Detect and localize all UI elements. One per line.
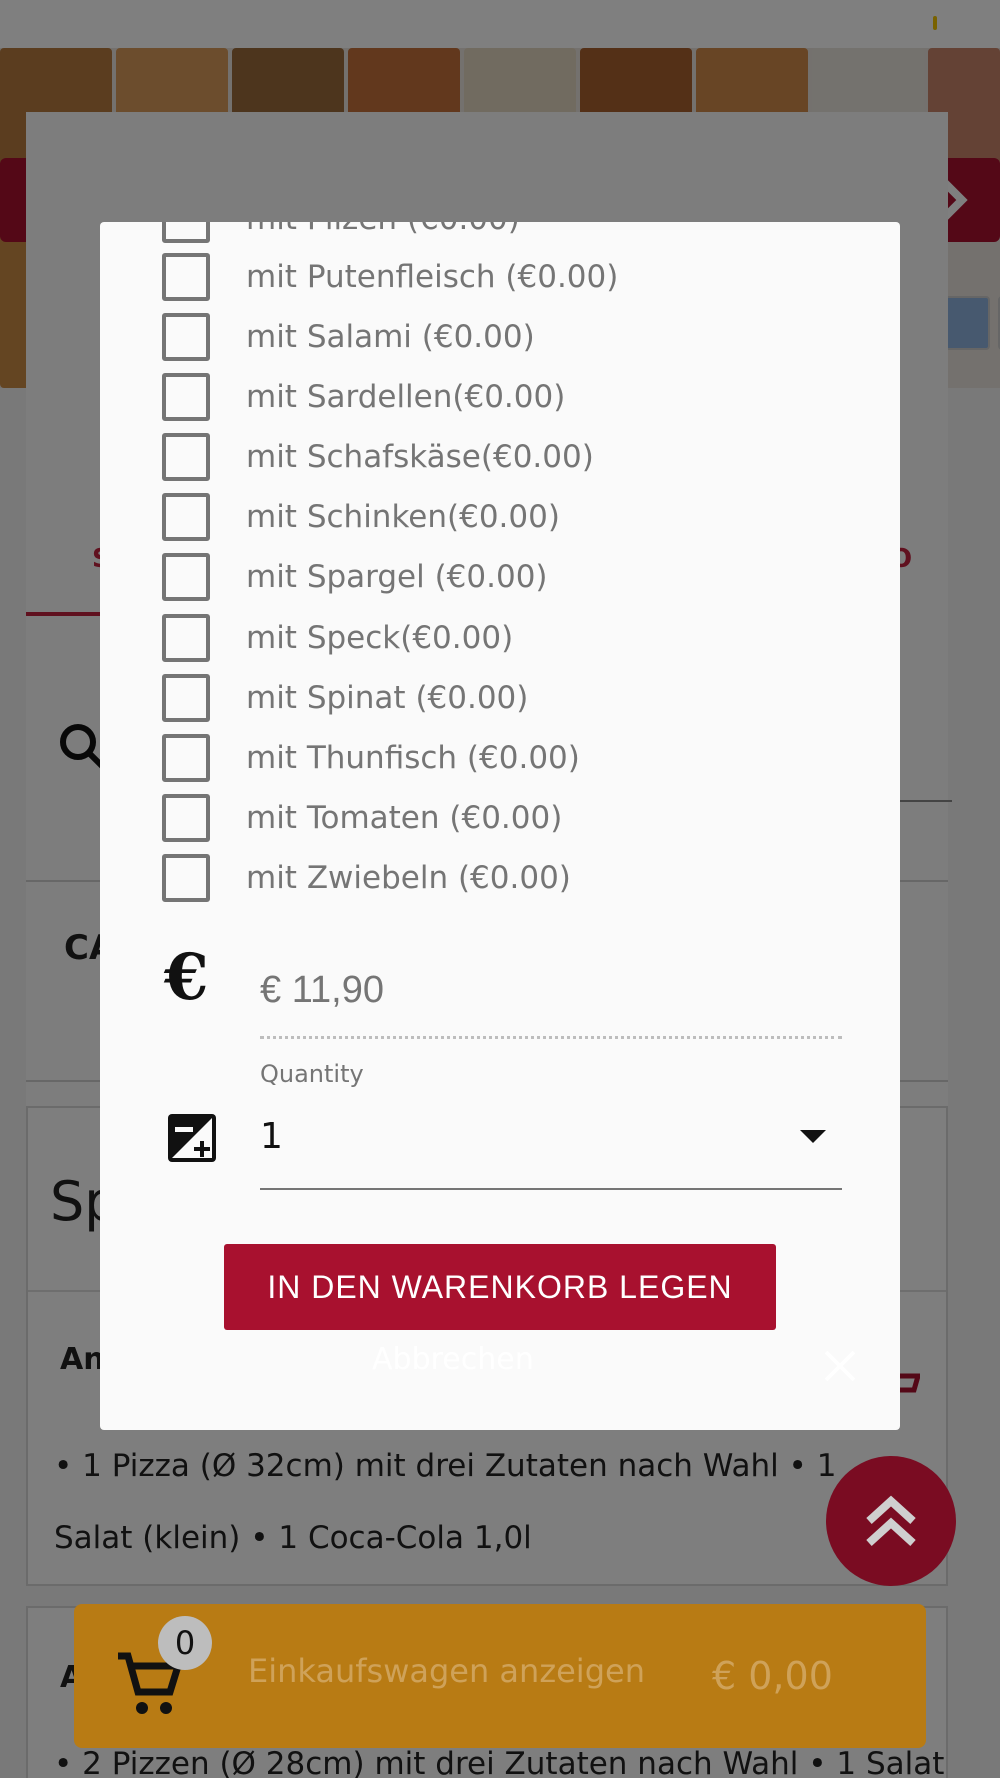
cancel-button[interactable]: Abbrechen (372, 1342, 534, 1377)
topping-label: mit Spinat (€0.00) (246, 680, 529, 716)
topping-option[interactable]: mit Spargel (€0.00) (162, 552, 548, 602)
quantity-value: 1 (260, 1116, 283, 1157)
topping-checkbox[interactable] (162, 253, 210, 301)
price-field[interactable] (260, 960, 842, 1020)
topping-label: mit Schafskäse(€0.00) (246, 439, 594, 475)
topping-label: mit Speck(€0.00) (246, 620, 514, 656)
quantity-label: Quantity (260, 1060, 364, 1088)
topping-label: mit Putenfleisch (€0.00) (246, 259, 619, 295)
topping-label: mit Schinken(€0.00) (246, 499, 560, 535)
topping-label: mit Pilzen (€0.00) (246, 222, 520, 237)
topping-checkbox[interactable] (162, 854, 210, 902)
double-chevron-up-icon (866, 1495, 916, 1546)
topping-checkbox[interactable] (162, 614, 210, 662)
topping-option[interactable]: mit Pilzen (€0.00) (162, 222, 520, 244)
topping-option[interactable]: mit Spinat (€0.00) (162, 673, 528, 723)
topping-checkbox[interactable] (162, 222, 210, 243)
cart-total: € 0,00 (712, 1654, 833, 1698)
view-cart-label: Einkaufswagen anzeigen (248, 1652, 645, 1690)
dropdown-caret-icon (800, 1130, 826, 1143)
topping-checkbox[interactable] (162, 553, 210, 601)
euro-icon: € (164, 940, 209, 1015)
topping-option[interactable]: mit Zwiebeln (€0.00) (162, 853, 571, 903)
topping-option[interactable]: mit Schinken(€0.00) (162, 492, 560, 542)
topping-label: mit Tomaten (€0.00) (246, 800, 563, 836)
view-cart-bar[interactable]: 0 Einkaufswagen anzeigen € 0,00 (74, 1604, 926, 1748)
topping-checkbox[interactable] (162, 674, 210, 722)
topping-checkbox[interactable] (162, 734, 210, 782)
scroll-to-top-button[interactable] (826, 1456, 956, 1586)
topping-label: mit Thunfisch (€0.00) (246, 740, 580, 776)
topping-label: mit Zwiebeln (€0.00) (246, 860, 571, 896)
cart-count-badge: 0 (158, 1616, 212, 1670)
topping-option[interactable]: mit Speck(€0.00) (162, 613, 513, 663)
quantity-underline (260, 1188, 842, 1190)
topping-option[interactable]: mit Schafskäse(€0.00) (162, 432, 594, 482)
topping-label: mit Salami (€0.00) (246, 319, 535, 355)
topping-checkbox[interactable] (162, 794, 210, 842)
topping-option[interactable]: mit Salami (€0.00) (162, 312, 535, 362)
product-options-dialog: mit Pilzen (€0.00) mit Putenfleisch (€0.… (100, 222, 900, 1430)
topping-checkbox[interactable] (162, 373, 210, 421)
topping-option[interactable]: mit Putenfleisch (€0.00) (162, 252, 618, 302)
topping-option[interactable]: mit Tomaten (€0.00) (162, 793, 562, 843)
quantity-select[interactable]: 1 (260, 1106, 842, 1176)
topping-label: mit Spargel (€0.00) (246, 559, 548, 595)
topping-checkbox[interactable] (162, 313, 210, 361)
topping-checkbox[interactable] (162, 433, 210, 481)
topping-option[interactable]: mit Sardellen(€0.00) (162, 372, 565, 422)
exposure-plus-icon (168, 1114, 216, 1162)
close-icon[interactable] (822, 1348, 858, 1384)
topping-label: mit Sardellen(€0.00) (246, 379, 566, 415)
price-field-underline (260, 1036, 842, 1039)
add-to-cart-button[interactable]: IN DEN WARENKORB LEGEN (224, 1244, 776, 1330)
topping-option[interactable]: mit Thunfisch (€0.00) (162, 733, 580, 783)
topping-checkbox[interactable] (162, 493, 210, 541)
